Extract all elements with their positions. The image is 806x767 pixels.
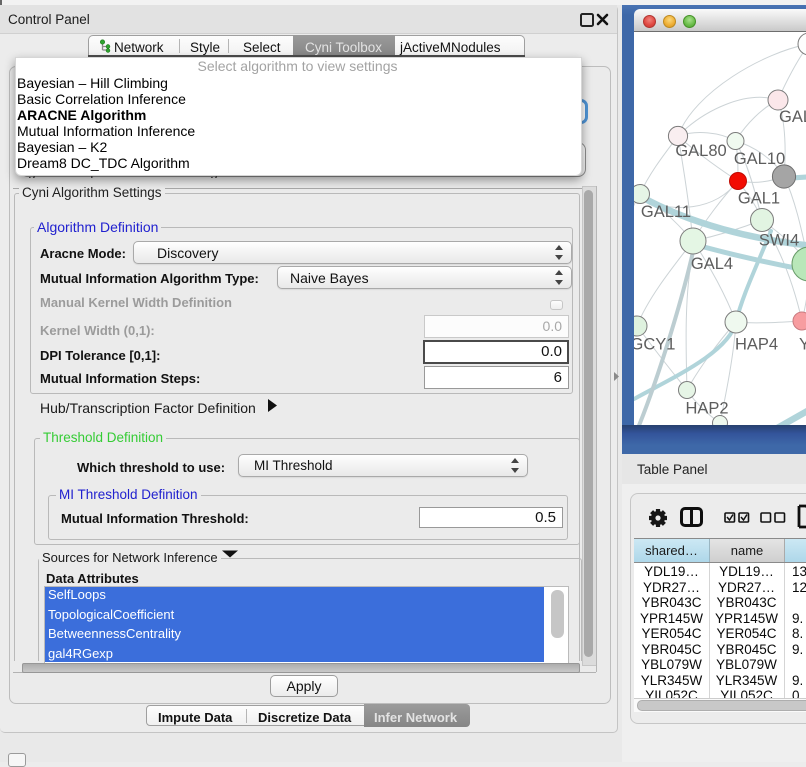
svg-text:GAL80: GAL80 <box>675 142 726 160</box>
svg-text:HAP4: HAP4 <box>735 336 778 354</box>
svg-text:GCY1: GCY1 <box>634 336 675 354</box>
svg-text:YP: YP <box>799 336 806 354</box>
svg-text:GAL1: GAL1 <box>738 190 780 208</box>
svg-text:GAL11: GAL11 <box>641 203 691 221</box>
svg-text:GAL7: GAL7 <box>779 108 806 126</box>
svg-text:GAL10: GAL10 <box>734 150 785 168</box>
svg-text:SWI4: SWI4 <box>759 232 799 250</box>
svg-text:GAL4: GAL4 <box>691 255 733 273</box>
svg-text:HAP2: HAP2 <box>685 400 728 418</box>
